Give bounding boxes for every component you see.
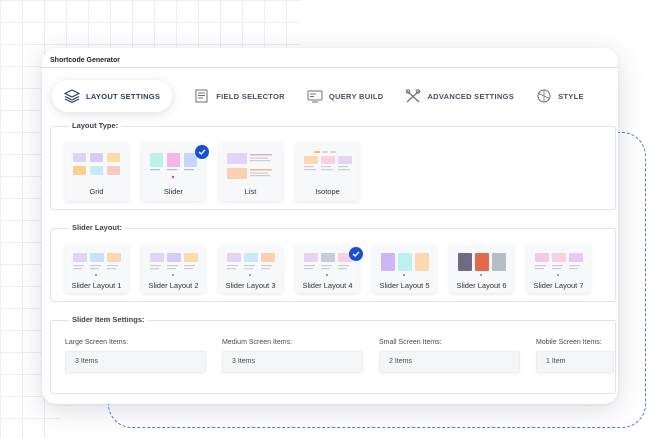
large-screen-items-label: Large Screen Items:	[65, 339, 129, 346]
query-build-icon	[307, 89, 323, 103]
tab-layout-settings[interactable]: LAYOUT SETTINGS	[52, 80, 173, 112]
small-screen-items-input[interactable]: 2 Items	[379, 351, 520, 373]
window-title: Shortcode Generator	[42, 48, 618, 68]
option-label: Grid	[89, 187, 104, 196]
layout-option-grid[interactable]: Grid	[65, 143, 128, 201]
layers-icon	[63, 89, 81, 104]
section-title: Slider Layout:	[69, 223, 126, 232]
tab-advanced-settings[interactable]: ADVANCED SETTINGS	[405, 80, 514, 112]
option-label: Slider Layout 2	[148, 281, 199, 290]
large-screen-items-input[interactable]: 3 Items	[65, 351, 206, 373]
mobile-screen-items-input[interactable]: 1 Item	[536, 351, 614, 373]
layout-option-list[interactable]: List	[219, 143, 282, 201]
slider-layout-thumbnail	[458, 253, 506, 276]
option-label: Slider Layout 3	[225, 281, 276, 290]
slider-item-settings-section: Slider Item Settings: Large Screen Items…	[50, 315, 616, 394]
slider-layout-options: Slider Layout 1 Slider Layout 2 Slider Lay…	[65, 245, 590, 293]
tab-label: FIELD SELECTOR	[216, 91, 285, 101]
slider-layout-thumbnail	[150, 253, 198, 276]
option-label: Slider Layout 1	[71, 281, 122, 290]
selected-check-icon	[195, 145, 209, 159]
slider-layout-option-7[interactable]: Slider Layout 7	[527, 245, 590, 293]
style-icon	[536, 89, 552, 103]
slider-layout-thumbnail	[304, 253, 352, 276]
small-screen-items-label: Small Screen Items:	[379, 339, 442, 346]
layout-type-section: Layout Type: Grid Slider List Isotope	[50, 121, 616, 210]
option-label: Slider Layout 4	[302, 281, 353, 290]
list-thumbnail	[227, 153, 272, 179]
slider-layout-option-4[interactable]: Slider Layout 4	[296, 245, 363, 293]
option-label: Slider Layout 7	[533, 281, 584, 290]
tab-style[interactable]: STYLE	[536, 80, 584, 112]
layout-option-isotope[interactable]: Isotope	[296, 143, 359, 201]
slider-layout-option-2[interactable]: Slider Layout 2	[142, 245, 205, 293]
slider-layout-option-1[interactable]: Slider Layout 1	[65, 245, 128, 293]
slider-layout-thumbnail	[73, 253, 121, 276]
slider-thumbnail	[150, 153, 197, 179]
slider-layout-section: Slider Layout: Slider Layout 1 Slider Lay…	[50, 223, 616, 302]
option-label: Slider Layout 5	[379, 281, 430, 290]
slider-layout-option-3[interactable]: Slider Layout 3	[219, 245, 282, 293]
selected-check-icon	[349, 247, 363, 261]
option-label: Slider Layout 6	[456, 281, 507, 290]
grid-thumbnail	[73, 153, 120, 175]
shortcode-generator-window: Shortcode Generator LAYOUT SETTINGS FIEL…	[42, 48, 618, 404]
settings-tabs: LAYOUT SETTINGS FIELD SELECTOR QUERY BUI…	[52, 78, 612, 114]
isotope-thumbnail	[304, 151, 352, 171]
tab-field-selector[interactable]: FIELD SELECTOR	[194, 80, 285, 112]
mobile-screen-items-label: Mobile Screen Items:	[536, 339, 602, 346]
option-label: Isotope	[315, 187, 340, 196]
layout-option-slider[interactable]: Slider	[142, 143, 209, 201]
tab-query-build[interactable]: QUERY BUILD	[307, 80, 384, 112]
field-selector-icon	[194, 89, 210, 103]
slider-layout-thumbnail	[381, 253, 429, 276]
tab-label: LAYOUT SETTINGS	[86, 91, 161, 101]
tab-label: QUERY BUILD	[328, 91, 384, 101]
slider-layout-option-6[interactable]: Slider Layout 6	[450, 245, 513, 293]
slider-layout-option-5[interactable]: Slider Layout 5	[373, 245, 436, 293]
tab-label: ADVANCED SETTINGS	[427, 91, 515, 101]
medium-screen-items-input[interactable]: 3 Items	[222, 351, 363, 373]
slider-layout-thumbnail	[535, 253, 583, 276]
section-title: Layout Type:	[69, 121, 122, 130]
tab-label: STYLE	[558, 91, 584, 101]
slider-layout-thumbnail	[227, 253, 275, 276]
medium-screen-items-label: Medium Screen Items:	[222, 339, 293, 346]
option-label: Slider	[163, 187, 184, 196]
layout-type-options: Grid Slider List Isotope	[65, 143, 359, 201]
option-label: List	[244, 187, 257, 196]
section-title: Slider Item Settings:	[69, 315, 148, 324]
tools-icon	[405, 89, 421, 103]
